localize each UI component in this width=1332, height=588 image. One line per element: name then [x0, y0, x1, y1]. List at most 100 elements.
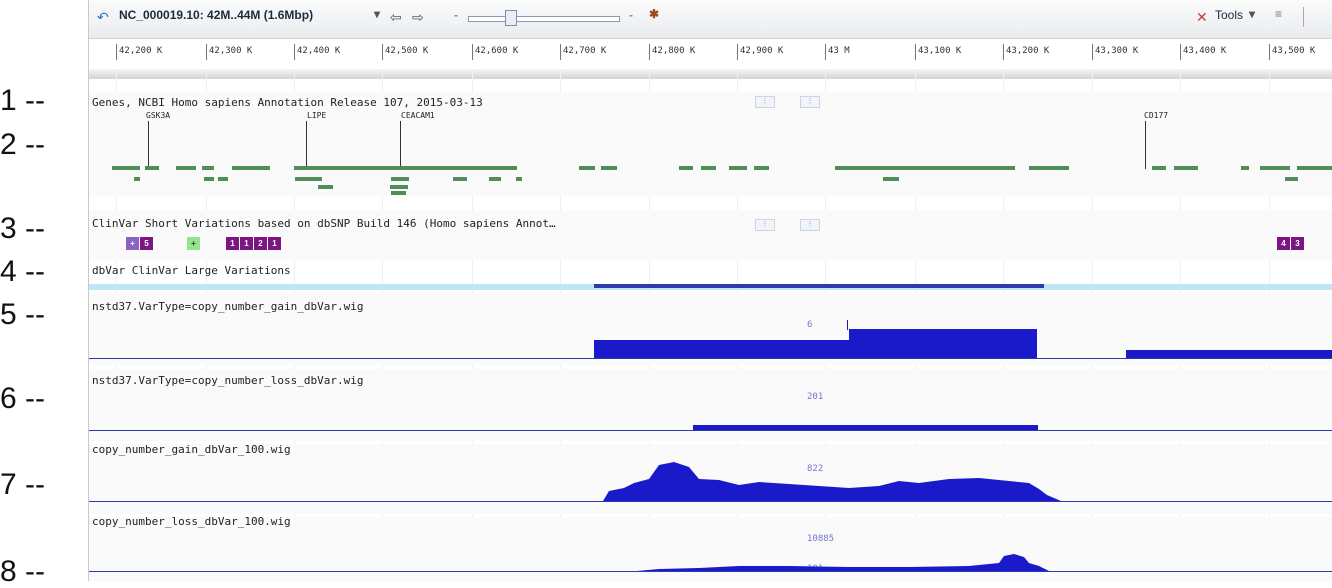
zoom-slider[interactable] [468, 16, 620, 22]
coordinate-ruler[interactable] [89, 39, 1332, 69]
gain-wig-baseline [89, 358, 1332, 359]
gene-feature[interactable] [176, 166, 196, 170]
gene-feature[interactable] [453, 177, 467, 181]
dbvar-track-title: dbVar ClinVar Large Variations [92, 264, 291, 277]
track-marker-2: 2 -- [0, 128, 45, 161]
track-config-button[interactable]: ⋮ [755, 96, 775, 108]
gene-feature[interactable] [1174, 166, 1198, 170]
clinvar-variant-box[interactable]: 1 [240, 237, 253, 250]
gene-label[interactable]: LIPE [307, 111, 326, 120]
refresh-icon[interactable]: ↶ [97, 9, 109, 26]
ruler-tick [382, 44, 383, 60]
loss100-wig-plot[interactable] [89, 550, 1332, 572]
gene-feature[interactable] [145, 166, 159, 170]
loss100-wig-area[interactable] [637, 554, 1049, 571]
gain-wig-block[interactable] [849, 329, 1037, 358]
gene-label[interactable]: CD177 [1144, 111, 1168, 120]
gene-feature[interactable] [390, 185, 408, 189]
gene-feature[interactable] [1260, 166, 1290, 170]
tools-dropdown-icon[interactable]: ▾ [1249, 7, 1255, 21]
gene-connector [306, 121, 307, 169]
clinvar-variant-box[interactable]: 5 [140, 237, 153, 250]
pan-right-icon[interactable]: ⇨ [412, 9, 424, 26]
clinvar-variant-box[interactable]: + [126, 237, 139, 250]
gene-connector [400, 121, 401, 169]
clinvar-variant-box[interactable]: 4 [1277, 237, 1290, 250]
clinvar-variant-box[interactable]: 3 [1291, 237, 1304, 250]
gene-feature[interactable] [318, 185, 333, 189]
ruler-tick-label: 43 M [828, 46, 850, 56]
bug-icon[interactable]: ✱ [649, 7, 659, 21]
ruler-tick-label: 43,100 K [918, 46, 962, 56]
ruler-tick-label: 42,700 K [563, 46, 607, 56]
dbvar-variation[interactable] [594, 284, 1044, 288]
gene-feature[interactable] [391, 177, 409, 181]
gene-feature[interactable] [391, 191, 406, 195]
toolbar-divider [1303, 7, 1304, 27]
ruler-tick-label: 43,500 K [1272, 46, 1316, 56]
gene-feature[interactable] [202, 166, 214, 170]
gene-feature[interactable] [729, 166, 747, 170]
clinvar-variant-box[interactable]: + [187, 237, 200, 250]
tools-button[interactable]: Tools [1215, 8, 1243, 22]
gene-feature[interactable] [1241, 166, 1249, 170]
zoom-slider-thumb[interactable] [505, 10, 517, 26]
track-config-button[interactable]: ⋮ [755, 219, 775, 231]
gene-feature[interactable] [1297, 166, 1332, 170]
ruler-tick [1092, 44, 1093, 60]
ruler-tick [915, 44, 916, 60]
ruler-tick [1180, 44, 1181, 60]
track-expand-button[interactable]: ⋮ [800, 219, 820, 231]
gene-feature[interactable] [1285, 177, 1298, 181]
gene-feature[interactable] [1152, 166, 1166, 170]
gene-feature[interactable] [134, 177, 140, 181]
loss100-wig-title: copy_number_loss_dbVar_100.wig [92, 515, 291, 528]
track-expand-button[interactable]: ⋮ [800, 96, 820, 108]
zoom-in-icon[interactable]: - [629, 8, 633, 22]
gain-wig-block[interactable] [1126, 350, 1332, 358]
clinvar-variant-box[interactable]: 1 [226, 237, 239, 250]
pan-left-icon[interactable]: ⇦ [390, 9, 402, 26]
gene-feature[interactable] [516, 177, 522, 181]
gene-feature[interactable] [579, 166, 595, 170]
loss-wig-title: nstd37.VarType=copy_number_loss_dbVar.wi… [92, 374, 364, 387]
genome-viewer: ↶ NC_000019.10: 42M..44M (1.6Mbp) ▾ ⇦ ⇨ … [88, 0, 1332, 581]
gene-feature[interactable] [679, 166, 693, 170]
tools-icon: ✕ [1196, 9, 1208, 25]
gene-feature[interactable] [218, 177, 228, 181]
gene-feature[interactable] [295, 177, 322, 181]
ruler-tick-label: 42,600 K [475, 46, 519, 56]
gene-feature[interactable] [1029, 166, 1069, 170]
gene-feature[interactable] [601, 166, 617, 170]
gene-label[interactable]: GSK3A [146, 111, 170, 120]
dropdown-icon[interactable]: ▾ [374, 7, 380, 21]
ruler-tick [294, 44, 295, 60]
gain100-wig-plot[interactable] [89, 455, 1332, 502]
settings-icon[interactable]: ≡ [1275, 7, 1282, 21]
gene-feature[interactable] [294, 166, 517, 170]
sequence-selector[interactable]: NC_000019.10: 42M..44M (1.6Mbp) [119, 8, 313, 22]
gene-feature[interactable] [232, 166, 270, 170]
gene-feature[interactable] [883, 177, 899, 181]
gene-feature[interactable] [204, 177, 214, 181]
ruler-tick-label: 43,400 K [1183, 46, 1227, 56]
ruler-tick [737, 44, 738, 60]
zoom-out-icon[interactable]: - [454, 8, 458, 22]
loss-wig-block[interactable] [693, 425, 1038, 430]
gene-feature[interactable] [112, 166, 140, 170]
gene-feature[interactable] [754, 166, 769, 170]
clinvar-short-title: ClinVar Short Variations based on dbSNP … [92, 217, 556, 230]
gene-feature[interactable] [701, 166, 716, 170]
gene-feature[interactable] [835, 166, 1015, 170]
ruler-tick [472, 44, 473, 60]
clinvar-variant-box[interactable]: 1 [268, 237, 281, 250]
loss-wig-baseline [89, 430, 1332, 431]
gene-label[interactable]: CEACAM1 [401, 111, 435, 120]
gain100-wig-area[interactable] [603, 462, 1061, 501]
ruler-bar[interactable] [89, 69, 1332, 79]
track-marker-1: 1 -- [0, 84, 45, 117]
ruler-tick-label: 42,200 K [119, 46, 163, 56]
gene-feature[interactable] [489, 177, 501, 181]
gain-wig-block[interactable] [594, 340, 849, 358]
clinvar-variant-box[interactable]: 2 [254, 237, 267, 250]
